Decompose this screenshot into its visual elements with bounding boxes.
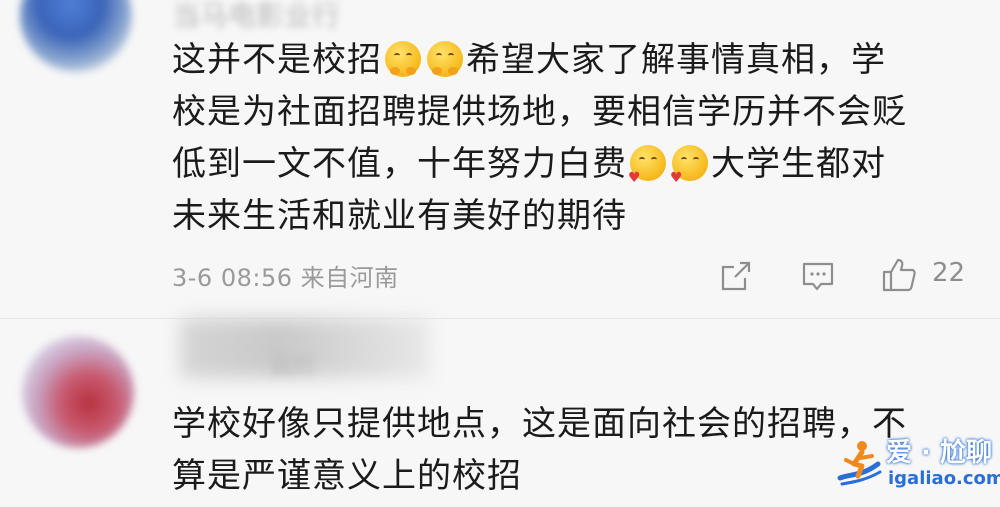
hug-emoji-icon [427, 41, 463, 77]
hug-emoji-icon [385, 41, 421, 77]
comment-text: 这并不是校招 希望大家了解事情真相，学 校是为社面招聘提供场地，要相信学历并不会贬… [172, 34, 962, 242]
watermark: 爱 · 尬聊 igaliao.com [832, 428, 1000, 498]
avatar[interactable] [22, 336, 134, 448]
watermark-url: igaliao.com [888, 468, 1000, 489]
location: 来自河南 [300, 264, 399, 292]
share-icon[interactable] [718, 258, 754, 294]
love-emoji-icon: ♥ [670, 145, 708, 185]
watermark-title: 爱 · 尬聊 [886, 438, 992, 468]
watermark-logo-icon [837, 441, 882, 486]
timestamp: 3-6 08:56 [172, 264, 293, 292]
comment-item: 当马电影业行 这并不是校招 希望大家了解事情真相，学 校是为社面招聘提供场地，要相… [0, 0, 1000, 318]
comment-icon[interactable] [800, 258, 836, 294]
like-count: 22 [932, 258, 966, 288]
thumbs-up-icon[interactable] [880, 256, 918, 294]
comment-line: 未来生活和就业有美好的期待 [172, 196, 627, 236]
comment-line: 这并不是校招 希望大家了解事情真相，学 [172, 40, 886, 80]
comment-line: 校是为社面招聘提供场地，要相信学历并不会贬 [172, 92, 907, 132]
avatar[interactable] [20, 0, 132, 72]
comment-line: 低到一文不值，十年努力白费 ♥ ♥ 大学生都对 [172, 144, 886, 186]
username[interactable]: 我的 [270, 348, 314, 380]
username[interactable]: 当马电影业行 [172, 0, 340, 34]
comment-meta: 3-6 08:56 来自河南 [172, 258, 399, 293]
love-emoji-icon: ♥ [628, 145, 666, 185]
